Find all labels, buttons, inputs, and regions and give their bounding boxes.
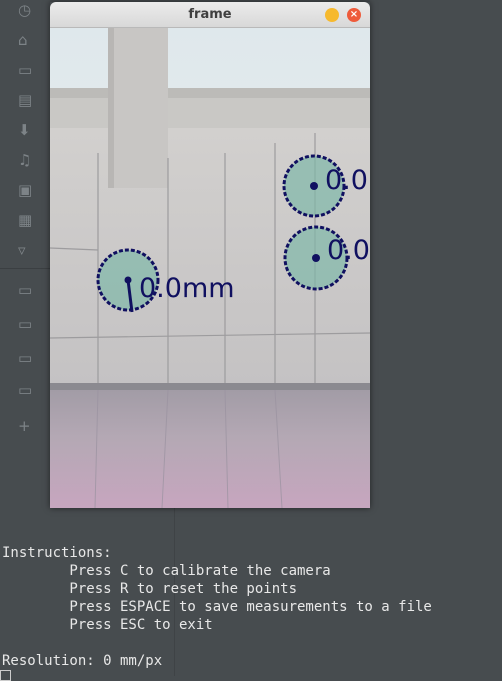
drive-icon[interactable]: ▭ — [18, 316, 38, 332]
instruction-line: Press C to calibrate the camera — [2, 563, 331, 579]
close-button[interactable]: × — [347, 8, 361, 22]
desktop-icon[interactable]: ▭ — [18, 62, 38, 78]
file-manager-sidebar: ◷ ⌂ ▭ ▤ ⬇ ♫ ▣ ▦ ▿ ▭ ▭ ▭ ▭ + — [0, 0, 52, 440]
instruction-line: Press R to reset the points — [2, 581, 298, 597]
documents-icon[interactable]: ▤ — [18, 92, 38, 108]
frame-window[interactable]: frame × 0.0mm 0.0 0.0 — [50, 2, 370, 508]
camera-feed[interactable]: 0.0mm 0.0 0.0 — [50, 28, 370, 508]
downloads-icon[interactable]: ⬇ — [18, 122, 38, 138]
home-icon[interactable]: ⌂ — [18, 32, 38, 48]
resolution-text: Resolution: 0 mm/px — [2, 653, 163, 669]
drive-icon[interactable]: ▭ — [18, 350, 38, 366]
instruction-line: Press ESC to exit — [2, 617, 213, 633]
drive-icon[interactable]: ▭ — [18, 282, 38, 298]
instructions-heading: Instructions: — [2, 545, 112, 561]
pictures-icon[interactable]: ▣ — [18, 182, 38, 198]
measure-label-top: 0.0 — [325, 165, 368, 196]
minimize-button[interactable] — [325, 8, 339, 22]
window-titlebar[interactable]: frame × — [50, 2, 370, 28]
recent-icon[interactable]: ◷ — [18, 2, 38, 18]
folder-icon[interactable]: ▭ — [18, 382, 38, 398]
sidebar-divider — [0, 268, 52, 269]
music-icon[interactable]: ♫ — [18, 152, 38, 168]
window-title: frame — [188, 7, 232, 22]
videos-icon[interactable]: ▦ — [18, 212, 38, 228]
instruction-line: Press ESPACE to save measurements to a f… — [2, 599, 432, 615]
trash-icon[interactable]: ▿ — [18, 242, 38, 258]
measure-label-mid: 0.0 — [327, 235, 370, 266]
measure-label-left: 0.0mm — [139, 273, 235, 304]
add-icon[interactable]: + — [18, 418, 38, 434]
